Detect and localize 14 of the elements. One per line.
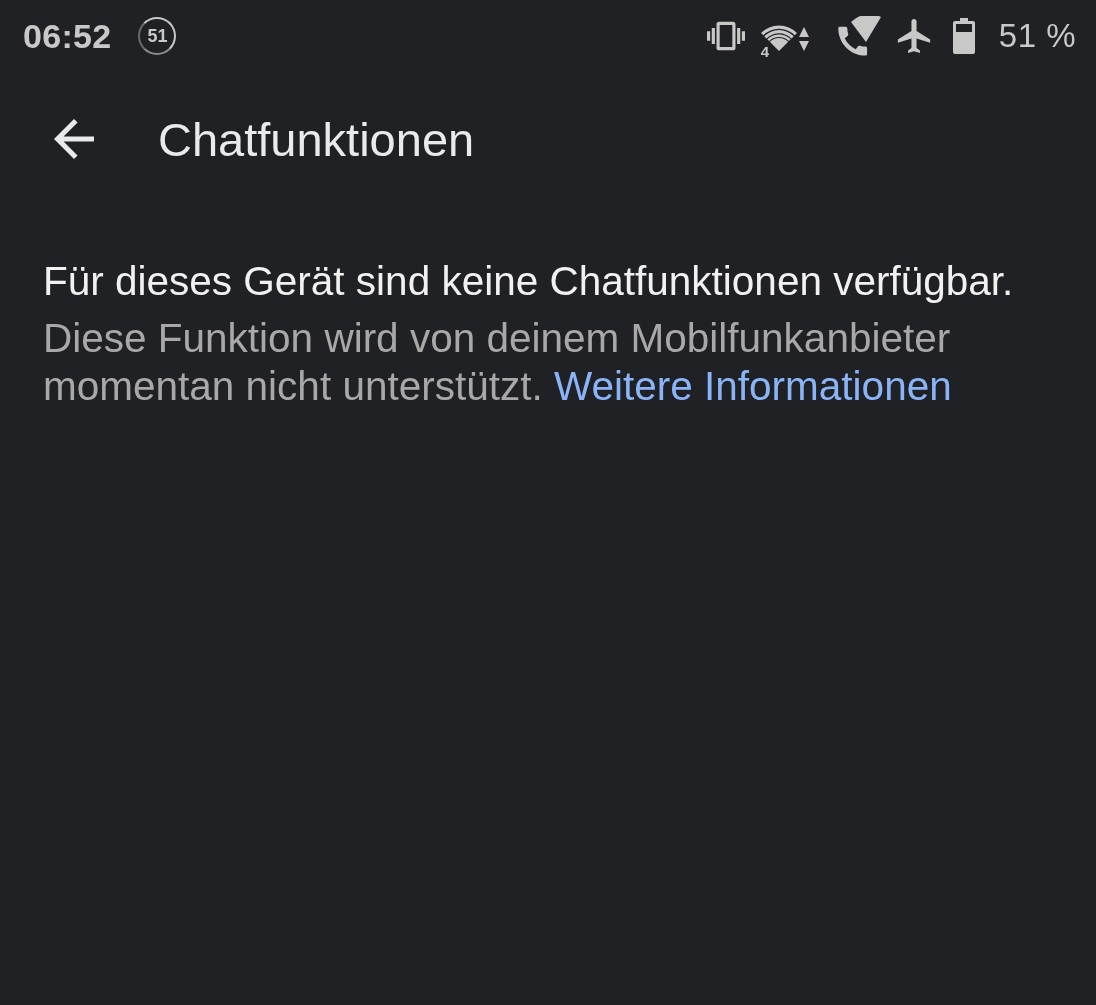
- more-info-link[interactable]: Weitere Informationen: [554, 363, 952, 409]
- data-activity-icon: [798, 27, 809, 51]
- wifi-calling-icon: [836, 16, 881, 56]
- wifi-network-label: 4: [760, 44, 770, 59]
- status-time: 06:52: [23, 16, 112, 56]
- notification-badge: 51: [138, 17, 177, 55]
- vibrate-icon: [706, 21, 745, 51]
- unsupported-info-text: Diese Funktion wird von deinem Mobilfunkanbieter momentan nicht unterstützt. Weitere Informationen: [43, 314, 953, 410]
- airplane-icon: [896, 19, 931, 53]
- unavailable-heading: Für dieses Gerät sind keine Chatfunktionen verfügbar.: [43, 257, 1014, 305]
- page-title: Chatfunktionen: [158, 111, 475, 167]
- battery-icon: [952, 18, 975, 54]
- back-arrow-icon: [52, 119, 96, 159]
- battery-percentage: 51 %: [998, 17, 1076, 55]
